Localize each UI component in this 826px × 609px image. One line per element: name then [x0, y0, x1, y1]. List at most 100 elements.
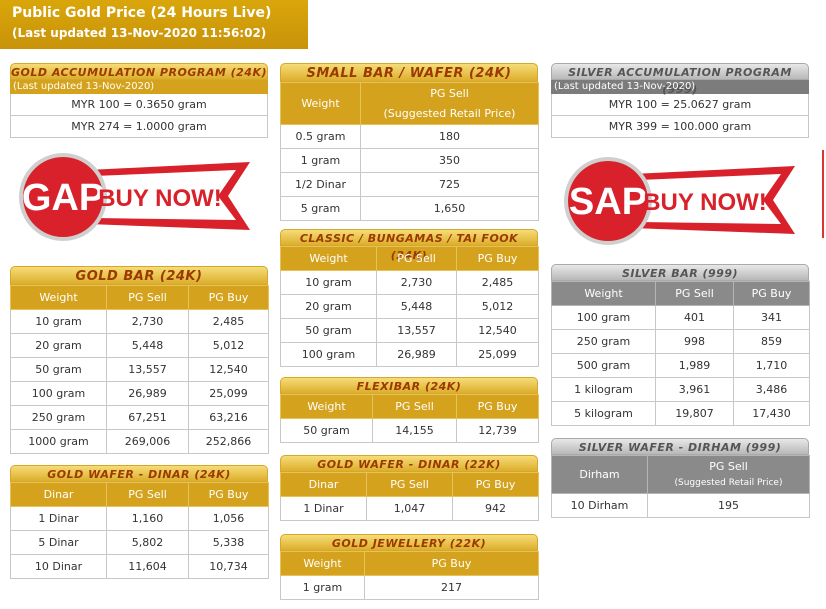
table-cell: 1 kilogram [551, 377, 656, 402]
table-row: 50 gram 13,557 12,540 [280, 318, 539, 343]
col-header: Weight [10, 285, 107, 310]
side-divider [822, 150, 826, 238]
table-cell: 250 gram [10, 405, 107, 430]
table-cell: 100 gram [280, 342, 377, 367]
table-cell: 5,338 [188, 530, 269, 555]
table-cell: 25,099 [188, 381, 269, 406]
flexibar-title: FLEXIBAR (24K) [280, 377, 538, 394]
table-cell: 195 [647, 493, 810, 518]
table-row: 5 Dinar 5,802 5,338 [10, 530, 269, 555]
table-row: 50 gram 14,155 12,739 [280, 418, 539, 443]
table-cell: 3,486 [733, 377, 810, 402]
table-cell: 252,866 [188, 429, 269, 454]
sap-banner-text: BUY NOW! [643, 189, 767, 216]
col-header: Weight [280, 394, 373, 419]
table-cell: 1 Dinar [10, 506, 107, 531]
small-bar-panel: SMALL BAR / WAFER (24K) Weight PG Sell (… [280, 63, 539, 221]
classic-panel: CLASSIC / BUNGAMAS / TAI FOOK (24K) Weig… [280, 229, 539, 367]
small-bar-table: Weight PG Sell (Suggested Retail Price) … [280, 82, 539, 221]
table-cell: 100 gram [10, 381, 107, 406]
table-cell: 11,604 [106, 554, 189, 579]
table-cell: 17,430 [733, 401, 810, 426]
silver-wafer-title: SILVER WAFER - DIRHAM (999) [551, 438, 809, 455]
table-cell: 26,989 [376, 342, 457, 367]
sap-updated: (Last updated 13-Nov-2020) [551, 80, 809, 94]
col-header: PG Buy [456, 246, 539, 271]
table-cell: 67,251 [106, 405, 189, 430]
table-row: 10 Dirham 195 [551, 493, 810, 518]
table-row: 1 gram 217 [280, 575, 539, 600]
classic-table: Weight PG Sell PG Buy 10 gram 2,730 2,485 … [280, 246, 539, 367]
col-header: PG Buy [456, 394, 539, 419]
table-cell: 350 [360, 148, 539, 173]
table-row: 1000 gram 269,006 252,866 [10, 429, 269, 454]
table-row: 10 Dinar 11,604 10,734 [10, 554, 269, 579]
table-row: 1 gram 350 [280, 148, 539, 173]
table-cell: 1,047 [366, 496, 453, 521]
table-cell: 2,730 [106, 309, 189, 334]
table-row: 50 gram 13,557 12,540 [10, 357, 269, 382]
table-cell: 50 gram [280, 418, 373, 443]
table-cell: 341 [733, 305, 810, 330]
table-cell: 1,056 [188, 506, 269, 531]
sap-buy-now-banner[interactable]: SAP BUY NOW! [563, 152, 795, 250]
col-header: Weight [280, 246, 377, 271]
col-header: PG Buy [452, 472, 539, 497]
last-updated: (Last updated 13-Nov-2020 11:56:02) [12, 26, 267, 40]
table-cell: 26,989 [106, 381, 189, 406]
gap-banner-graphic: GAP BUY NOW! [19, 153, 250, 241]
col-header: PG Buy [733, 281, 810, 306]
col-header: Weight [551, 281, 656, 306]
silver-bar-panel: SILVER BAR (999) Weight PG Sell PG Buy 1… [551, 264, 810, 426]
gold-wafer-dinar-22k-panel: GOLD WAFER - DINAR (22K) Dinar PG Sell P… [280, 455, 539, 521]
col-header: PG Sell [430, 86, 469, 100]
table-cell: 2,485 [188, 309, 269, 334]
table-cell: 100 gram [551, 305, 656, 330]
classic-title: CLASSIC / BUNGAMAS / TAI FOOK (24K) [280, 229, 538, 262]
table-cell: 10 Dirham [551, 493, 648, 518]
col-header: PG Sell [655, 281, 734, 306]
sap-panel: SILVER ACCUMULATION PROGRAM (999) (Last … [551, 63, 809, 138]
table-cell: 2,485 [456, 270, 539, 295]
table-cell: 5,802 [106, 530, 189, 555]
table-cell: 5 gram [280, 196, 361, 221]
gold-wafer-dinar-24k-table: Dinar PG Sell PG Buy 1 Dinar 1,160 1,056 5… [10, 482, 269, 579]
table-row: 20 gram 5,448 5,012 [10, 333, 269, 358]
table-row: 20 gram 5,448 5,012 [280, 294, 539, 319]
gold-jewellery-panel: GOLD JEWELLERY (22K) Weight PG Buy 1 gra… [280, 534, 539, 600]
gap-banner-abbr: GAP [22, 177, 104, 219]
col-header: Dinar [10, 482, 107, 507]
silver-bar-title: SILVER BAR (999) [551, 264, 809, 281]
gap-buy-now-banner[interactable]: GAP BUY NOW! [18, 148, 250, 246]
table-cell: 5,448 [376, 294, 457, 319]
table-cell: 10,734 [188, 554, 269, 579]
table-cell: 5 kilogram [551, 401, 656, 426]
table-cell: 1 gram [280, 148, 361, 173]
page-title: Public Gold Price (24 Hours Live) [12, 5, 272, 21]
table-cell: 269,006 [106, 429, 189, 454]
table-cell: 5,448 [106, 333, 189, 358]
col-header: PG Sell [709, 459, 748, 473]
table-cell: 12,540 [456, 318, 539, 343]
table-row: 250 gram 67,251 63,216 [10, 405, 269, 430]
table-cell: 50 gram [280, 318, 377, 343]
table-cell: 942 [452, 496, 539, 521]
table-row: 100 gram 401 341 [551, 305, 810, 330]
table-header-row: Weight PG Sell PG Buy [551, 281, 810, 306]
small-bar-title: SMALL BAR / WAFER (24K) [280, 63, 538, 82]
table-cell: 50 gram [10, 357, 107, 382]
table-cell: 12,739 [456, 418, 539, 443]
table-cell: 5,012 [188, 333, 269, 358]
gap-rate-row: MYR 274 = 1.0000 gram [10, 116, 268, 138]
table-cell: 250 gram [551, 329, 656, 354]
gold-wafer-dinar-22k-title: GOLD WAFER - DINAR (22K) [280, 455, 538, 472]
table-cell: 1,650 [360, 196, 539, 221]
table-cell: 0.5 gram [280, 124, 361, 149]
col-header: PG Sell [106, 482, 189, 507]
table-cell: 63,216 [188, 405, 269, 430]
table-row: 250 gram 998 859 [551, 329, 810, 354]
table-cell: 10 gram [280, 270, 377, 295]
sap-title: SILVER ACCUMULATION PROGRAM (999) [551, 63, 809, 96]
table-cell: 13,557 [376, 318, 457, 343]
gold-wafer-dinar-24k-panel: GOLD WAFER - DINAR (24K) Dinar PG Sell P… [10, 465, 269, 579]
